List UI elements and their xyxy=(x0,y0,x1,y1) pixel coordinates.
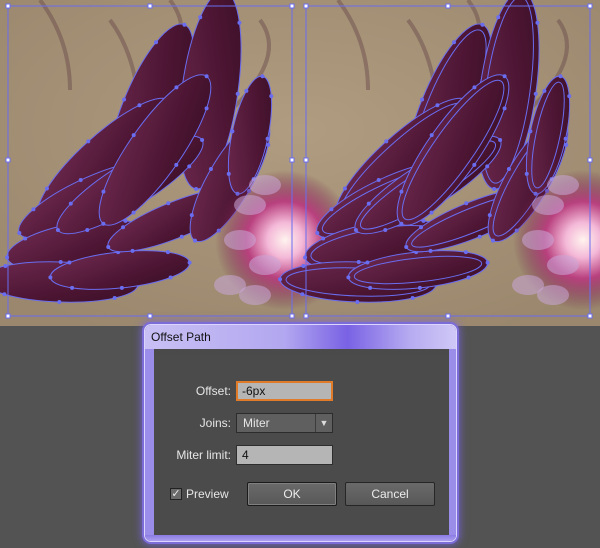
offset-label: Offset: xyxy=(195,384,231,398)
miter-limit-label: Miter limit: xyxy=(176,448,231,462)
dialog-body: Offset: -6px Joins: Miter ▼ Miter limit:… xyxy=(154,355,448,535)
artboard-canvas[interactable] xyxy=(0,0,600,326)
flower-artwork[interactable] xyxy=(0,0,600,326)
offset-path-dialog: Offset Path Offset: -6px Joins: Miter ▼ … xyxy=(144,324,457,542)
joins-select[interactable]: Miter ▼ xyxy=(236,413,333,433)
dialog-title: Offset Path xyxy=(151,330,211,344)
preview-label[interactable]: Preview xyxy=(186,487,229,501)
offset-input[interactable]: -6px xyxy=(236,381,333,401)
ok-button[interactable]: OK xyxy=(247,482,337,506)
dialog-titlebar[interactable]: Offset Path xyxy=(145,325,456,349)
miter-limit-input[interactable]: 4 xyxy=(236,445,333,465)
joins-label: Joins: xyxy=(199,416,231,430)
joins-selected-value: Miter xyxy=(243,416,270,430)
preview-checkbox[interactable]: ✓ xyxy=(170,488,182,500)
check-icon: ✓ xyxy=(171,488,181,500)
cancel-button[interactable]: Cancel xyxy=(345,482,435,506)
triangle-down-icon[interactable]: ▼ xyxy=(315,414,332,432)
